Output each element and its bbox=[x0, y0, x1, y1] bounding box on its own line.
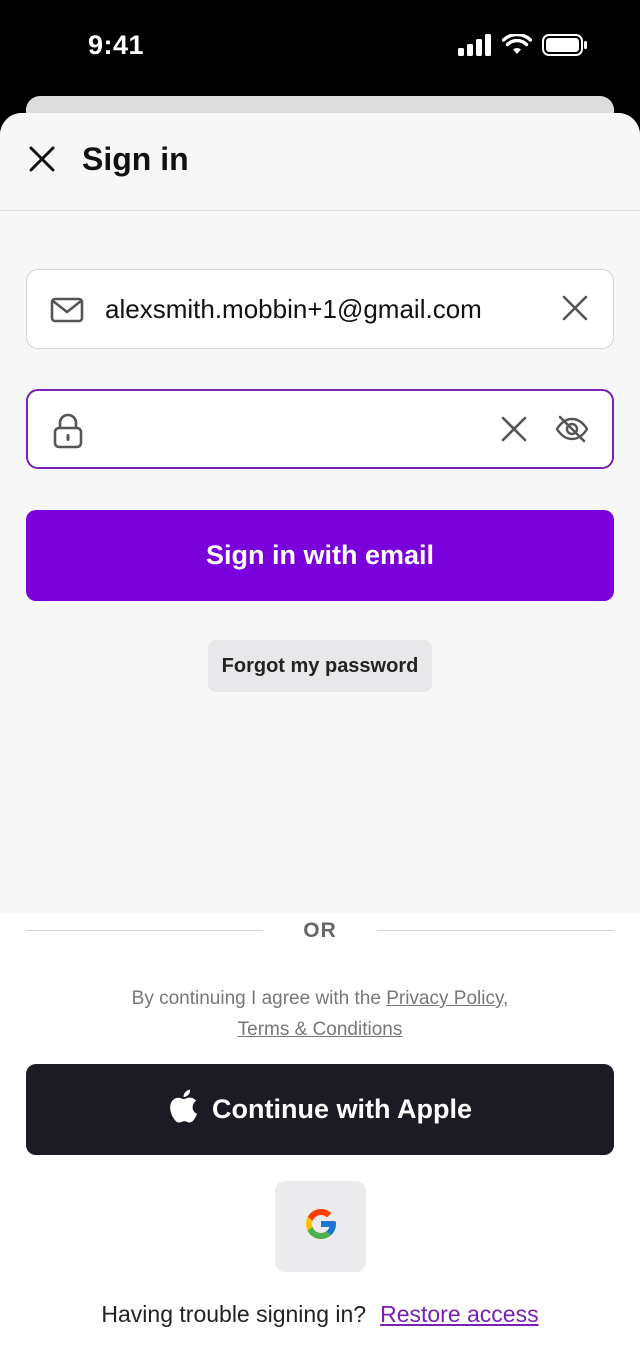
or-label: OR bbox=[303, 919, 337, 942]
toggle-password-visibility-button[interactable] bbox=[552, 411, 592, 451]
continue-with-google-button[interactable] bbox=[275, 1181, 366, 1272]
password-input[interactable] bbox=[106, 409, 486, 453]
continue-with-apple-button[interactable]: Continue with Apple bbox=[26, 1064, 614, 1155]
trouble-signing-in: Having trouble signing in? Restore access bbox=[0, 1301, 640, 1328]
legal-line-2: Terms & Conditions bbox=[0, 1014, 640, 1045]
divider-line-right bbox=[377, 930, 614, 931]
signal-icon bbox=[458, 34, 492, 61]
email-value[interactable]: alexsmith.mobbin+1@gmail.com bbox=[105, 292, 482, 326]
google-icon bbox=[303, 1206, 339, 1247]
eye-off-icon bbox=[555, 414, 589, 449]
clear-email-button[interactable] bbox=[555, 290, 595, 330]
status-icons bbox=[458, 32, 588, 61]
status-time: 9:41 bbox=[88, 30, 145, 60]
sheet-header: Sign in bbox=[0, 113, 640, 211]
page-title: Sign in bbox=[82, 141, 189, 177]
mail-icon bbox=[49, 292, 85, 328]
privacy-policy-link[interactable]: Privacy Policy, bbox=[386, 988, 508, 1009]
clear-password-button[interactable] bbox=[494, 411, 534, 451]
password-field[interactable] bbox=[26, 389, 614, 469]
sign-in-sheet: Sign in alexsmith.mobbin+1@gmail.com Sig… bbox=[0, 113, 640, 1351]
apple-button-label: Continue with Apple bbox=[212, 1094, 472, 1124]
sign-in-with-email-button[interactable]: Sign in with email bbox=[26, 510, 614, 601]
battery-icon bbox=[542, 34, 588, 61]
clear-icon bbox=[501, 416, 527, 447]
lock-icon bbox=[50, 413, 86, 449]
trouble-question: Having trouble signing in? bbox=[101, 1301, 367, 1327]
legal-line-1: By continuing I agree with the Privacy P… bbox=[0, 983, 640, 1014]
close-button[interactable] bbox=[22, 139, 62, 183]
close-icon bbox=[28, 145, 56, 178]
wifi-icon bbox=[501, 32, 533, 61]
email-field[interactable]: alexsmith.mobbin+1@gmail.com bbox=[26, 269, 614, 349]
status-bar: 9:41 bbox=[0, 0, 640, 96]
forgot-password-button[interactable]: Forgot my password bbox=[208, 640, 432, 692]
legal-prefix: By continuing I agree with the bbox=[131, 988, 381, 1009]
apple-icon bbox=[168, 1088, 198, 1131]
restore-access-link[interactable]: Restore access bbox=[380, 1301, 539, 1327]
or-divider: OR bbox=[26, 919, 614, 943]
clear-icon bbox=[562, 295, 588, 326]
legal-text: By continuing I agree with the Privacy P… bbox=[0, 983, 640, 1045]
terms-conditions-link[interactable]: Terms & Conditions bbox=[238, 1019, 403, 1040]
